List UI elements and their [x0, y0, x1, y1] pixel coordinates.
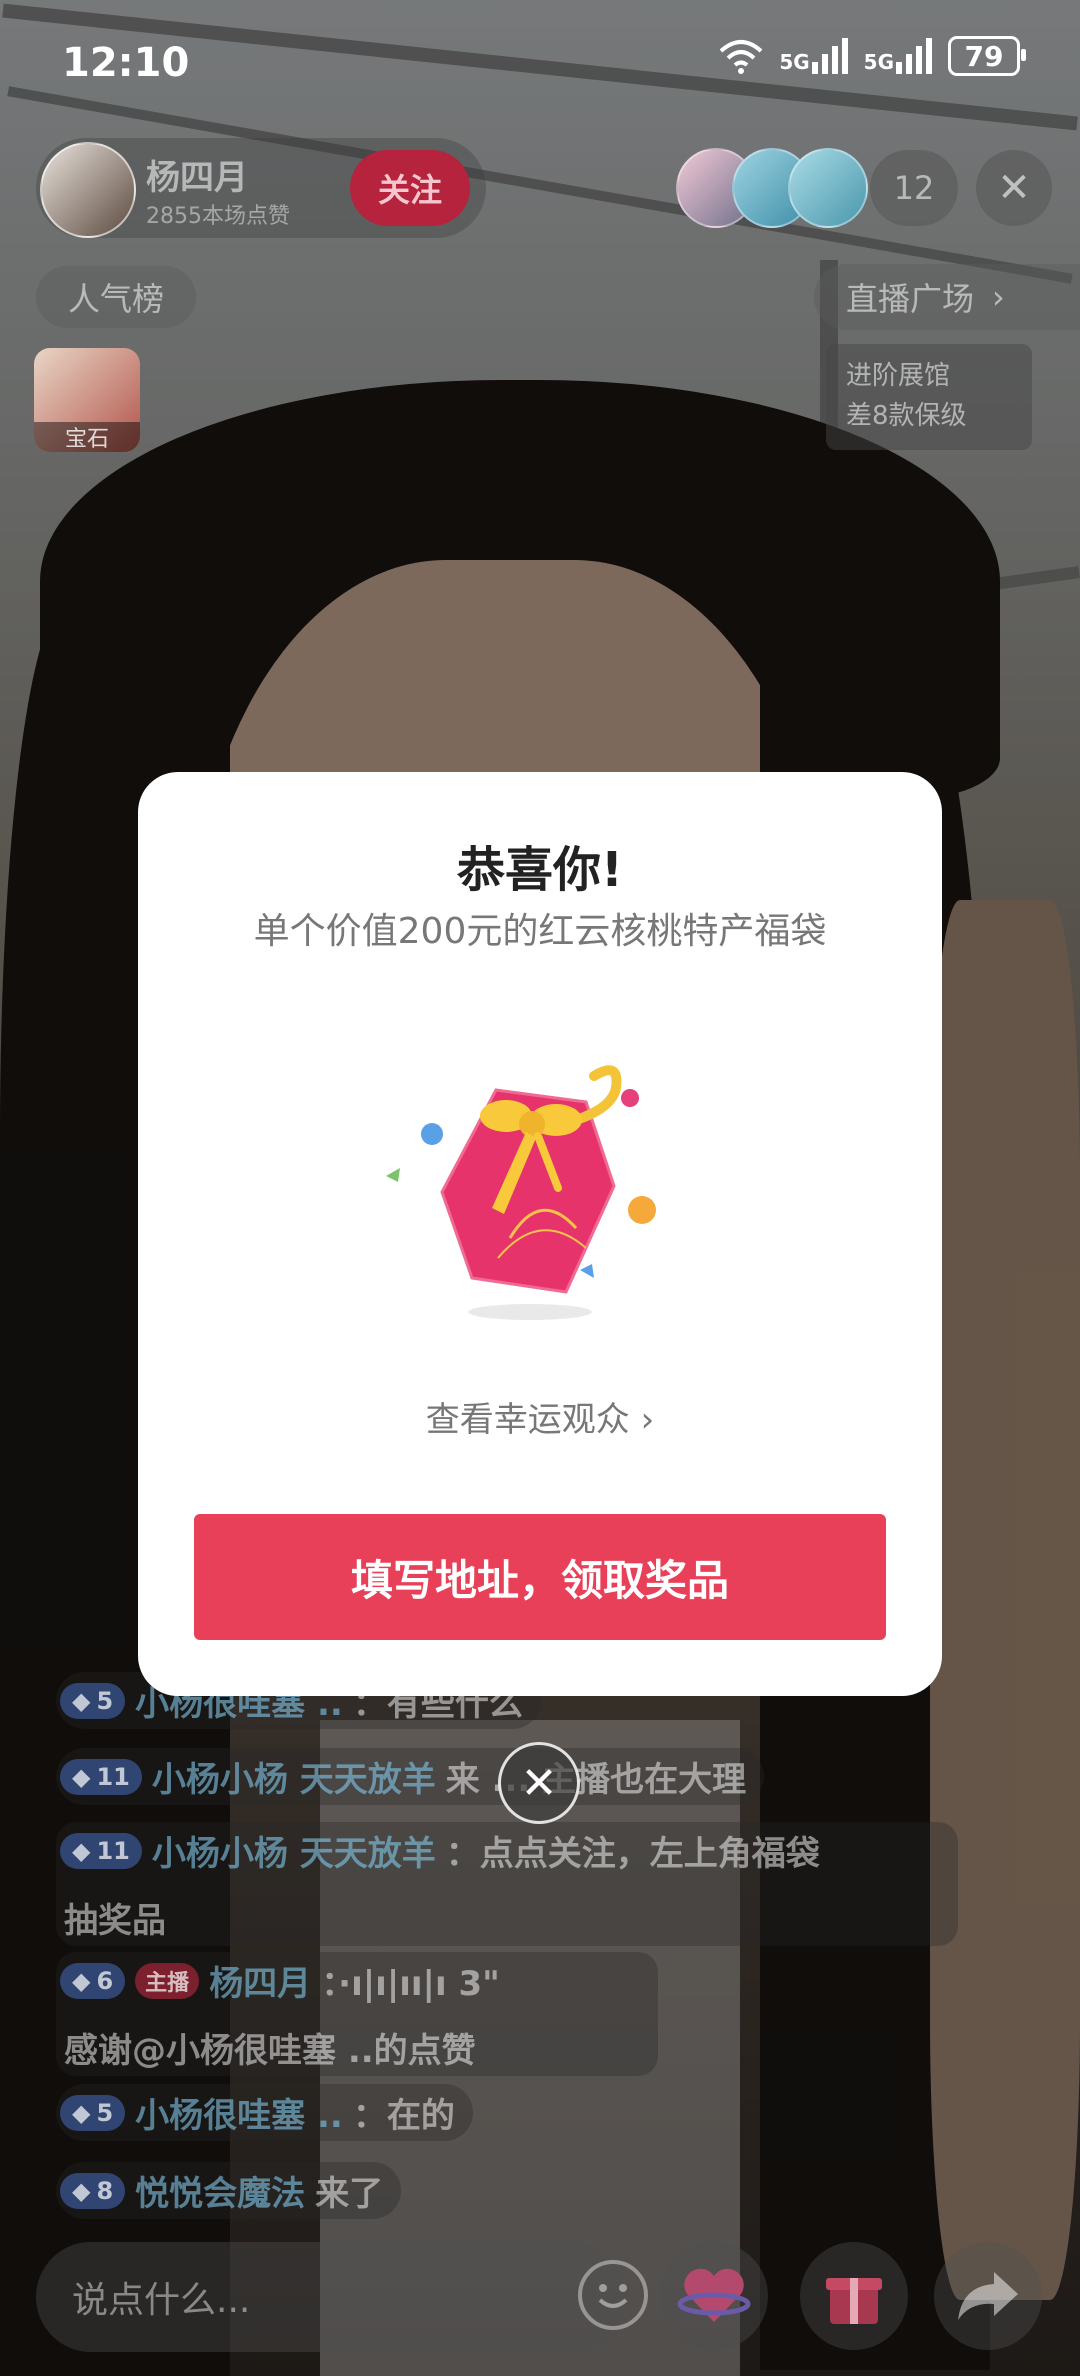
chat-text: 来 ... 主播也在大理 [445, 1760, 747, 1800]
diamond-icon: ◆ [72, 1686, 91, 1715]
level-badge: ◆ 5 [60, 1682, 126, 1719]
chat-message: ◆ 11 小杨小杨 天天放羊 ：点点关注，左上角福袋 抽奖品 [56, 1822, 958, 1946]
gift-button[interactable] [800, 2242, 908, 2350]
close-dialog-button[interactable]: ✕ [498, 1742, 580, 1824]
diamond-icon: ◆ [72, 2176, 91, 2205]
chat-username[interactable]: 小杨小杨 天天放羊 [152, 1752, 436, 1801]
diamond-icon: ◆ [72, 1966, 91, 1995]
prize-description: 单个价值200元的红云核桃特产福袋 [253, 911, 827, 952]
chat-username[interactable]: 悦悦会魔法 [135, 2166, 305, 2215]
chat-message: ◆ 11 小杨小杨 天天放羊 来 ... 主播也在大理 [56, 1748, 765, 1805]
prize-dialog: 恭喜你! 单个价值200元的红云核桃特产福袋 查看幸运观众 › 填写地址，领取奖… [138, 772, 942, 1696]
emoji-icon[interactable] [578, 2260, 648, 2330]
chat-username[interactable]: 杨四月 [209, 1956, 311, 2005]
comment-input[interactable]: 说点什么... [36, 2242, 648, 2352]
chat-text: ：点点关注，左上角福袋 [445, 1834, 820, 1874]
dialog-title: 恭喜你! [457, 842, 623, 898]
share-button[interactable] [934, 2242, 1042, 2350]
chat-text: ：在的 [352, 2096, 455, 2136]
level-badge: ◆ 11 [60, 1758, 142, 1795]
diamond-icon: ◆ [72, 1762, 91, 1791]
like-button[interactable] [660, 2242, 768, 2350]
diamond-icon: ◆ [72, 2098, 91, 2127]
chat-username[interactable]: 小杨很哇塞 .. [135, 2088, 343, 2137]
host-tag: 主播 [135, 1962, 200, 1999]
gift-icon [826, 2278, 882, 2324]
view-lucky-audience-link[interactable]: 查看幸运观众 › [138, 1392, 942, 1441]
level-badge: ◆ 11 [60, 1832, 142, 1869]
diamond-icon: ◆ [72, 1836, 91, 1865]
lucky-bag-icon [386, 1065, 656, 1320]
chat-text: 来了 [315, 2174, 384, 2214]
chat-message: ◆ 5 小杨很哇塞 .. ：在的 [56, 2084, 473, 2141]
chevron-right-icon: › [640, 1400, 655, 1440]
chat-username[interactable]: 小杨小杨 天天放羊 [152, 1826, 436, 1875]
heart-planet-icon [677, 2268, 751, 2322]
level-badge: ◆ 5 [60, 2094, 126, 2131]
chat-message: ◆ 6 主播 杨四月 ：·ı|ı|ıı|ı 3" 感谢@小杨很哇塞 ..的点赞 [56, 1952, 658, 2076]
bottom-bar: 说点什么... [0, 2242, 1080, 2352]
comment-placeholder: 说点什么... [72, 2280, 251, 2321]
lucky-link-label: 查看幸运观众 [425, 1400, 630, 1440]
chat-text-continued: 感谢@小杨很哇塞 ..的点赞 [64, 2031, 476, 2071]
level-badge: ◆ 6 [60, 1962, 126, 1999]
voice-message[interactable]: ：·ı|ı|ıı|ı 3" [321, 1956, 500, 2005]
chat-message: ◆ 8 悦悦会魔法 来了 [56, 2162, 402, 2219]
chat-text-continued: 抽奖品 [64, 1901, 166, 1941]
claim-prize-button[interactable]: 填写地址，领取奖品 [194, 1514, 886, 1640]
level-badge: ◆ 8 [60, 2172, 126, 2209]
share-icon [958, 2272, 1018, 2320]
close-icon: ✕ [520, 1757, 558, 1809]
